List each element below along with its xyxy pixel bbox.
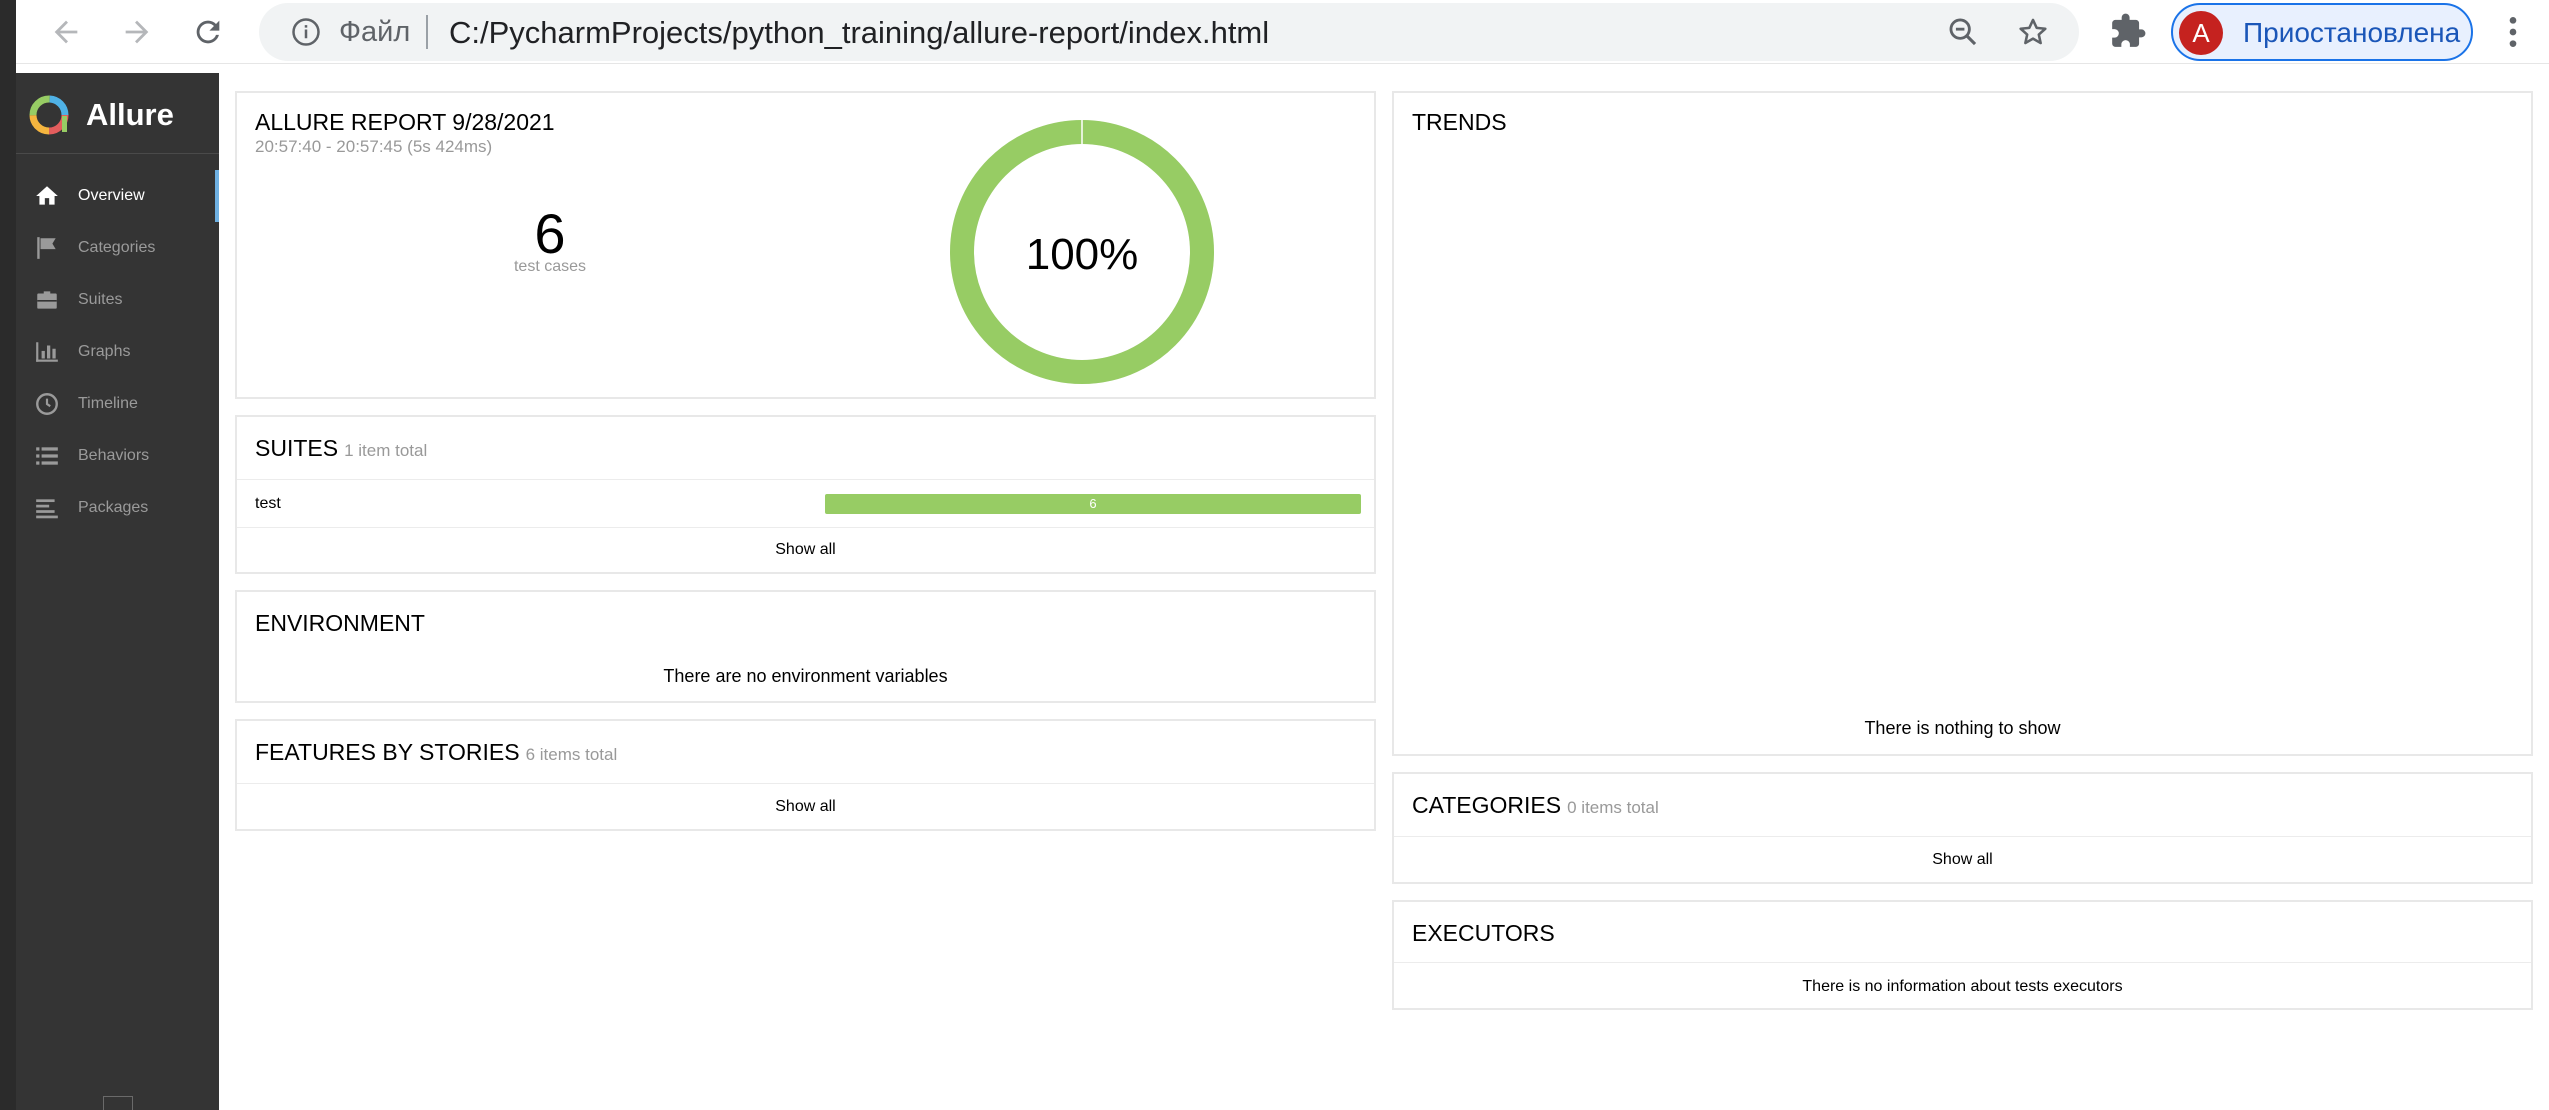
brand-divider xyxy=(16,153,219,154)
categories-title: CATEGORIES 0 items total xyxy=(1412,792,1659,819)
row-divider xyxy=(237,527,1374,528)
brand[interactable]: Allure xyxy=(28,91,174,139)
suite-status-bar[interactable]: 6 xyxy=(825,494,1361,514)
sidebar-item-label: Graphs xyxy=(78,343,131,360)
reload-button[interactable] xyxy=(184,8,232,56)
categories-show-all-link[interactable]: Show all xyxy=(1394,851,2531,869)
executors-widget: EXECUTORS There is no information about … xyxy=(1392,900,2533,1010)
trend-empty-text: There is nothing to show xyxy=(1864,718,2061,738)
row-divider xyxy=(1394,836,2531,837)
pass-rate-label: 100% xyxy=(1025,230,1139,279)
trend-title: TRENDS xyxy=(1412,109,1507,135)
features-widget: FEATURES BY STORIES 6 items total Show al… xyxy=(235,719,1376,831)
sidebar-item-behaviors[interactable]: Behaviors xyxy=(16,430,219,482)
scheme-label: Файл xyxy=(339,16,411,48)
suites-count: 1 item total xyxy=(344,441,428,460)
profile-button[interactable]: A Приостановлена xyxy=(2171,3,2473,61)
row-divider xyxy=(237,479,1374,480)
forward-arrow-icon xyxy=(125,20,149,44)
categories-title-text: CATEGORIES xyxy=(1412,792,1562,818)
clock-icon xyxy=(36,393,58,415)
extensions-icon[interactable] xyxy=(2109,12,2147,50)
avatar: A xyxy=(2179,11,2223,55)
forward-button[interactable] xyxy=(113,8,161,56)
report-title: ALLURE REPORT 9/28/2021 xyxy=(255,109,555,135)
collapse-sidebar-button[interactable] xyxy=(103,1096,133,1110)
briefcase-icon xyxy=(37,291,57,309)
features-show-all-link[interactable]: Show all xyxy=(237,798,1374,816)
list-icon xyxy=(36,447,58,465)
allure-logo-icon xyxy=(29,95,69,135)
test-count: 6 xyxy=(534,202,566,265)
executors-title: EXECUTORS xyxy=(1412,920,1555,946)
suites-title: SUITES 1 item total xyxy=(255,435,427,462)
sidebar-item-suites[interactable]: Suites xyxy=(16,274,219,326)
zoom-out-icon[interactable] xyxy=(1946,15,1980,49)
sidebar-item-timeline[interactable]: Timeline xyxy=(16,378,219,430)
suites-widget: SUITES 1 item total test 6 Show all xyxy=(235,415,1376,574)
executors-empty-text: There is no information about tests exec… xyxy=(1802,978,2123,995)
bar-chart-icon xyxy=(36,342,58,362)
info-icon[interactable] xyxy=(291,17,321,47)
scheme-divider xyxy=(426,15,428,49)
back-button[interactable] xyxy=(42,8,90,56)
features-count: 6 items total xyxy=(525,745,618,764)
flag-icon xyxy=(37,237,56,259)
test-count-label: test cases xyxy=(513,258,587,275)
trend-widget: TRENDS There is nothing to show xyxy=(1392,91,2533,756)
features-title: FEATURES BY STORIES 6 items total xyxy=(255,739,617,766)
suites-title-text: SUITES xyxy=(255,435,339,461)
summary-widget: ALLURE REPORT 9/28/2021 20:57:40 - 20:57… xyxy=(235,91,1376,399)
sidebar-item-label: Suites xyxy=(78,291,123,308)
row-divider xyxy=(237,783,1374,784)
reload-icon xyxy=(196,20,220,44)
sidebar-item-label: Behaviors xyxy=(78,447,150,464)
profile-status-label: Приостановлена xyxy=(2243,17,2461,48)
categories-widget: CATEGORIES 0 items total Show all xyxy=(1392,772,2533,884)
features-title-text: FEATURES BY STORIES xyxy=(255,739,520,765)
kebab-menu-icon[interactable] xyxy=(2493,10,2533,54)
sidebar-item-graphs[interactable]: Graphs xyxy=(16,326,219,378)
suite-name[interactable]: test xyxy=(255,495,281,513)
browser-toolbar: Файл C:/PycharmProjects/python_training/… xyxy=(16,0,2549,64)
sidebar-item-label: Timeline xyxy=(78,395,138,412)
align-left-icon xyxy=(36,499,58,519)
sidebar-item-overview[interactable]: Overview xyxy=(16,170,219,222)
report-time-range: 20:57:40 - 20:57:45 (5s 424ms) xyxy=(255,137,493,156)
environment-widget: ENVIRONMENT There are no environment var… xyxy=(235,590,1376,703)
sidebar-item-label: Overview xyxy=(78,187,145,204)
sidebar-item-label: Categories xyxy=(78,239,156,256)
active-indicator xyxy=(215,170,219,222)
brand-name: Allure xyxy=(86,97,174,132)
back-arrow-icon xyxy=(54,20,78,44)
environment-empty-text: There are no environment variables xyxy=(663,666,948,686)
sidebar-item-label: Packages xyxy=(78,499,149,516)
sidebar-item-categories[interactable]: Categories xyxy=(16,222,219,274)
sidebar-item-packages[interactable]: Packages xyxy=(16,482,219,534)
home-icon xyxy=(36,186,58,205)
row-divider xyxy=(1394,962,2531,963)
categories-count: 0 items total xyxy=(1567,798,1659,817)
star-icon[interactable] xyxy=(2016,15,2050,49)
suites-show-all-link[interactable]: Show all xyxy=(237,541,1374,559)
screen-edge xyxy=(0,0,16,1110)
environment-title: ENVIRONMENT xyxy=(255,610,425,636)
address-bar[interactable]: Файл C:/PycharmProjects/python_training/… xyxy=(259,3,2079,61)
sidebar: Allure Overview Categories Suites Graphs… xyxy=(16,73,219,1110)
url-text[interactable]: C:/PycharmProjects/python_training/allur… xyxy=(449,15,1269,51)
